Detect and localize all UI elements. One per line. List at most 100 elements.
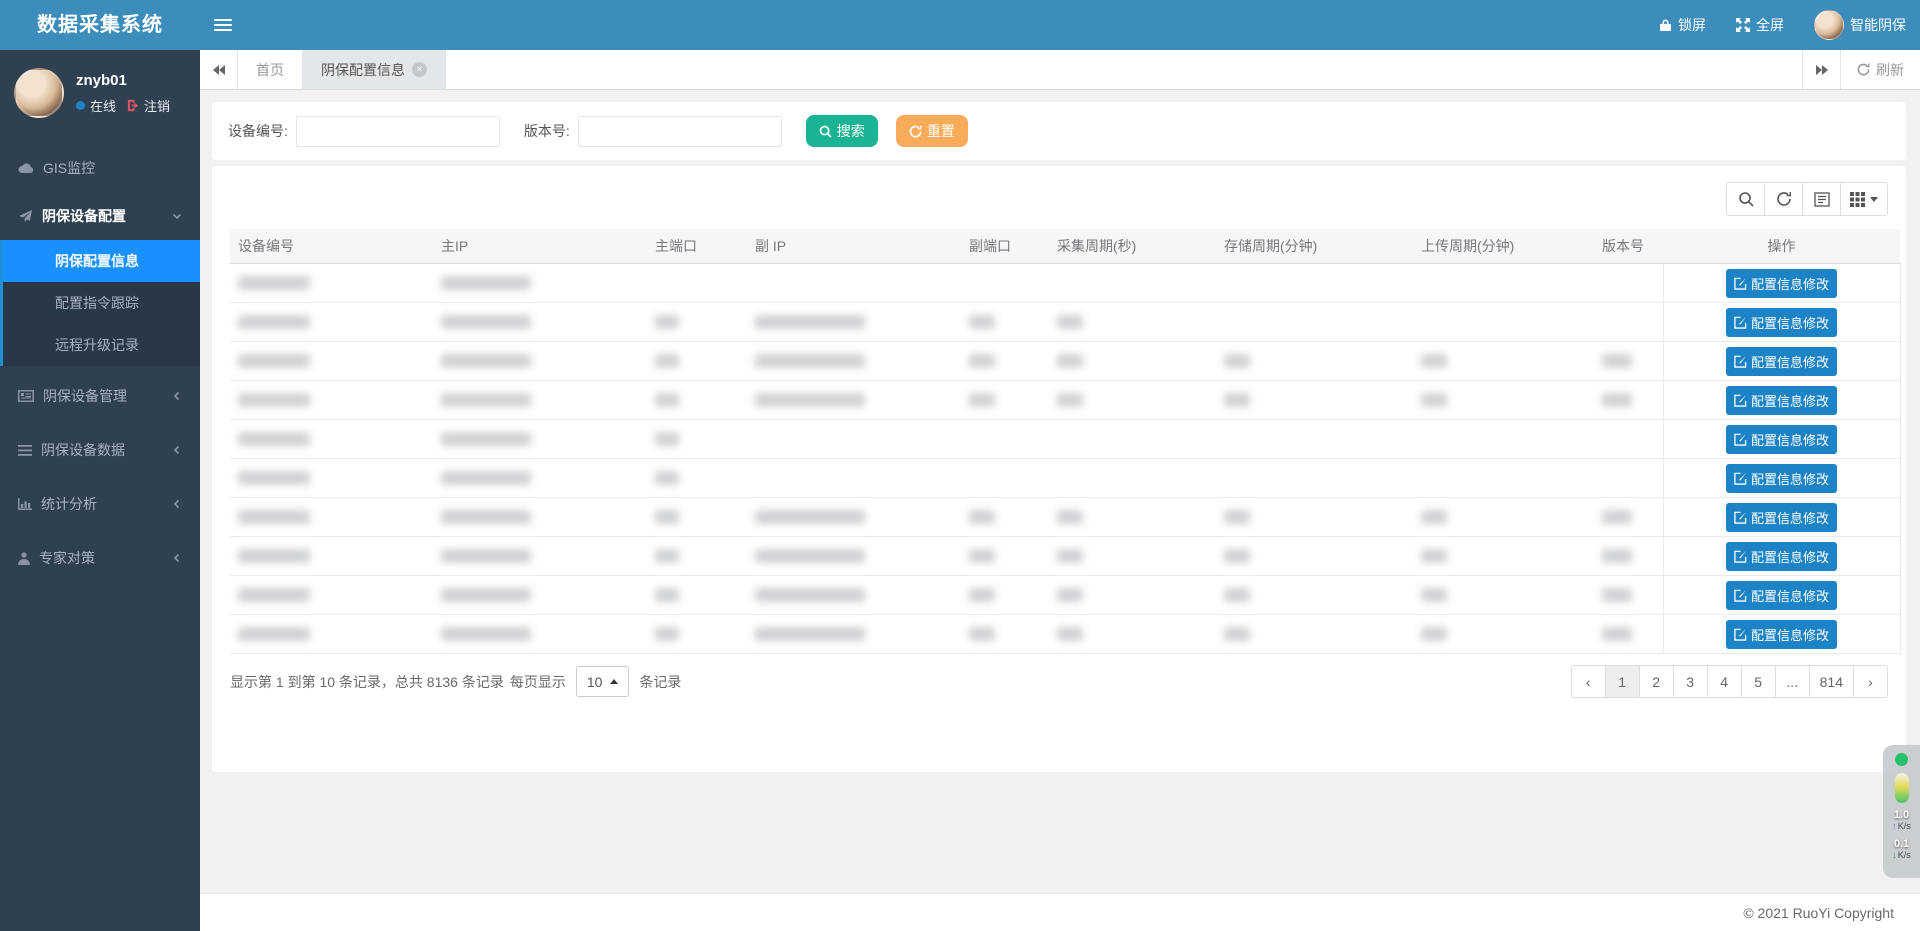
table-cell [747,576,961,615]
table-cell [1049,576,1216,615]
sidebar-item-label: 阴保设备配置 [42,206,163,226]
table-cell [747,420,961,459]
page-button-4[interactable]: 4 [1707,665,1742,698]
refresh-label: 刷新 [1876,60,1904,80]
tabs-scroll-right-button[interactable] [1802,50,1840,89]
search-panel: 设备编号: 版本号: 搜索 重置 [212,102,1906,160]
table-cell-actions: 配置信息修改 [1663,381,1900,420]
tab-home[interactable]: 首页 [238,50,303,89]
table-cell [1413,381,1594,420]
table-cell [1594,576,1663,615]
table-cell [1049,381,1216,420]
table-cell [747,342,961,381]
sidebar-item-statistics[interactable]: 统计分析 [0,480,200,528]
search-button[interactable]: 搜索 [806,115,878,147]
reset-button-label: 重置 [927,121,955,141]
page-button-...[interactable]: ... [1775,665,1810,698]
config-edit-button[interactable]: 配置信息修改 [1726,269,1837,298]
tab-refresh-button[interactable]: 刷新 [1840,50,1920,89]
config-edit-button[interactable]: 配置信息修改 [1726,542,1837,571]
toolbar-search-button[interactable] [1726,182,1765,216]
table-cell [647,381,747,420]
table-cell [747,264,961,303]
table-cell [1216,342,1413,381]
page-button-1[interactable]: 1 [1605,665,1640,698]
config-edit-button[interactable]: 配置信息修改 [1726,464,1837,493]
logout-label: 注销 [144,96,170,115]
redacted-value [1057,354,1083,368]
redacted-value [441,276,531,290]
redacted-value [1224,588,1250,602]
net-speed-widget[interactable]: 1.0 ↑K/s 0.1 ↓K/s [1883,745,1920,878]
device-number-input[interactable] [296,116,500,147]
page-button-5[interactable]: 5 [1741,665,1776,698]
version-number-input[interactable] [578,116,782,147]
sidebar-toggle-button[interactable] [200,0,246,50]
redacted-value [441,471,531,485]
table-cell [747,615,961,654]
config-edit-button[interactable]: 配置信息修改 [1726,425,1837,454]
lock-screen-button[interactable]: 锁屏 [1659,15,1706,35]
sidebar-item-command-trace[interactable]: 配置指令跟踪 [3,282,200,324]
page-button-2[interactable]: 2 [1639,665,1674,698]
avatar [1814,10,1844,40]
toolbar-detail-view-button[interactable] [1802,182,1841,216]
sidebar-item-remote-upgrade[interactable]: 远程升级记录 [3,324,200,366]
fullscreen-button[interactable]: 全屏 [1736,15,1784,35]
page-next-button[interactable]: › [1853,665,1888,698]
redacted-value [755,627,865,641]
detail-view-icon [1814,192,1830,207]
toolbar-columns-button[interactable] [1840,182,1888,216]
sidebar-item-device-config[interactable]: 阴保设备配置 [0,192,200,240]
page-button-814[interactable]: 814 [1809,665,1854,698]
redacted-value [1057,627,1083,641]
column-header: 副端口 [961,229,1049,264]
expert-icon [18,552,30,565]
logout-link[interactable]: 注销 [127,96,170,115]
tab-config-info[interactable]: 阴保配置信息 × [303,50,446,89]
sidebar-item-label: 阴保设备数据 [41,440,163,460]
search-button-label: 搜索 [837,121,865,141]
tabs-scroll-left-button[interactable] [200,50,238,89]
sidebar-item-expert[interactable]: 专家对策 [0,534,200,582]
table-cell [433,342,647,381]
edit-icon [1734,589,1747,602]
topbar-user-menu[interactable]: 智能阴保 [1814,10,1906,40]
refresh-icon [1857,63,1870,76]
table-cell [1413,264,1594,303]
page-button-3[interactable]: 3 [1673,665,1708,698]
config-edit-button[interactable]: 配置信息修改 [1726,503,1837,532]
table-cell [433,498,647,537]
sidebar-item-device-data[interactable]: 阴保设备数据 [0,426,200,474]
config-edit-button[interactable]: 配置信息修改 [1726,620,1837,649]
config-edit-button[interactable]: 配置信息修改 [1726,347,1837,376]
table-cell [433,615,647,654]
redacted-value [755,315,865,329]
table-cell [230,264,433,303]
sidebar-item-device-manage[interactable]: 阴保设备管理 [0,372,200,420]
page-prev-button[interactable]: ‹ [1571,665,1606,698]
table-cell-actions: 配置信息修改 [1663,264,1900,303]
config-edit-button[interactable]: 配置信息修改 [1726,581,1837,610]
page-size-dropdown[interactable]: 10 [576,666,630,697]
column-header: 上传周期(分钟) [1413,229,1594,264]
sidebar-item-config-info[interactable]: 阴保配置信息 [3,240,200,282]
sidebar-item-label: GIS监控 [43,158,182,178]
table-row: 配置信息修改 [230,264,1900,303]
table-cell [433,381,647,420]
reset-button[interactable]: 重置 [896,115,968,147]
sidebar-item-gis[interactable]: GIS监控 [0,144,200,192]
config-edit-button[interactable]: 配置信息修改 [1726,308,1837,337]
table-cell [961,459,1049,498]
device-number-label: 设备编号: [228,121,288,141]
edit-icon [1734,316,1747,329]
table-cell [1216,420,1413,459]
toolbar-refresh-button[interactable] [1764,182,1803,216]
table-row: 配置信息修改 [230,498,1900,537]
table-cell [1413,459,1594,498]
redacted-value [1602,588,1632,602]
config-edit-button[interactable]: 配置信息修改 [1726,386,1837,415]
redacted-value [238,471,310,485]
close-icon[interactable]: × [412,62,427,77]
table-cell [433,576,647,615]
